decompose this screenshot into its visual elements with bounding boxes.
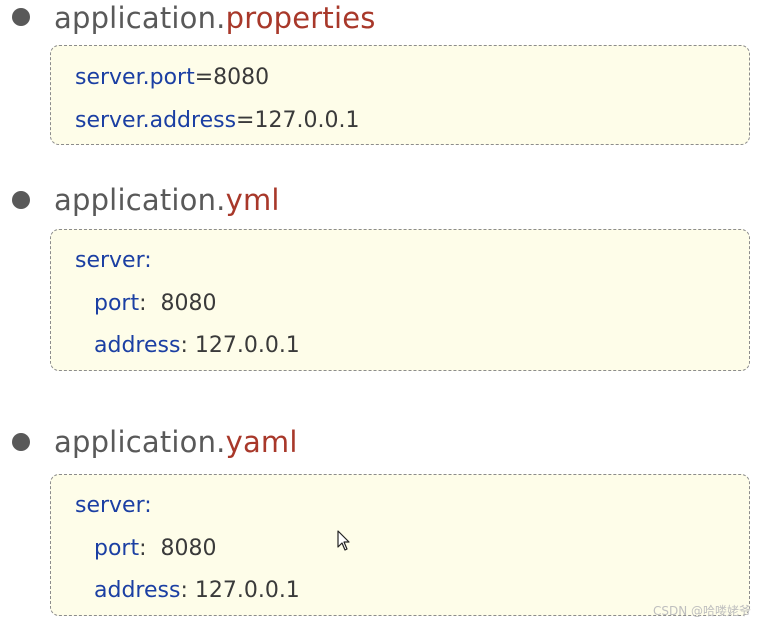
bullet-dot-icon	[12, 433, 30, 451]
config-separator: :	[180, 333, 195, 358]
filename-base: application.	[54, 1, 226, 35]
code-block-yaml: server: port: 8080 address: 127.0.0.1	[50, 474, 750, 616]
code-line: address: 127.0.0.1	[94, 332, 300, 360]
filename-extension: yaml	[225, 425, 298, 459]
config-key: server:	[75, 248, 152, 273]
filename-extension: properties	[225, 1, 376, 35]
filename-extension: yml	[225, 183, 280, 217]
config-value: 8080	[160, 536, 217, 561]
code-line: server:	[75, 247, 152, 275]
config-key: address	[94, 578, 181, 603]
config-key: port	[94, 536, 140, 561]
bullet-dot-icon	[12, 191, 30, 209]
config-value: 127.0.0.1	[194, 333, 300, 358]
heading-application-yml: application.yml	[0, 182, 759, 218]
filename-base: application.	[54, 425, 226, 459]
bullet-dot-icon	[12, 8, 30, 26]
section-filename: application.properties	[54, 0, 376, 36]
code-line: server.address=127.0.0.1	[75, 107, 359, 135]
config-separator: :	[180, 578, 195, 603]
config-separator: =	[236, 108, 255, 133]
code-line: address: 127.0.0.1	[94, 577, 300, 605]
config-value: 127.0.0.1	[194, 578, 300, 603]
config-value: 127.0.0.1	[254, 108, 360, 133]
heading-application-yaml: application.yaml	[0, 424, 759, 460]
filename-base: application.	[54, 183, 226, 217]
config-key: address	[94, 333, 181, 358]
mouse-pointer-icon	[337, 530, 350, 551]
code-block-yml: server: port: 8080 address: 127.0.0.1	[50, 229, 750, 371]
code-line: port: 8080	[94, 290, 217, 318]
config-separator: :	[139, 536, 161, 561]
code-line: port: 8080	[94, 535, 217, 563]
code-block-properties: server.port=8080 server.address=127.0.0.…	[50, 45, 750, 145]
section-filename: application.yml	[54, 182, 280, 218]
code-line: server.port=8080	[75, 64, 269, 92]
config-key: server.port	[75, 65, 195, 90]
config-separator: =	[194, 65, 214, 90]
config-key: server.address	[75, 108, 237, 133]
config-value: 8080	[213, 65, 270, 90]
config-key: port	[94, 291, 140, 316]
section-filename: application.yaml	[54, 424, 298, 460]
watermark: CSDN @哈喽姥爷	[652, 604, 751, 618]
heading-application-properties: application.properties	[0, 0, 759, 36]
config-separator: :	[139, 291, 161, 316]
config-value: 8080	[160, 291, 217, 316]
code-line: server:	[75, 492, 152, 520]
config-key: server:	[75, 493, 152, 518]
